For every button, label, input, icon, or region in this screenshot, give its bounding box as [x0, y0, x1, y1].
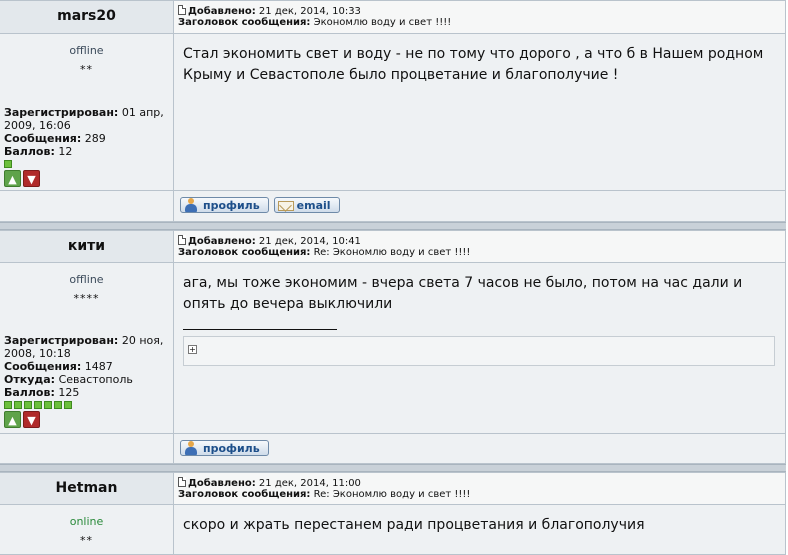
- post-body: Стал экономить свет и воду - не по тому …: [174, 34, 786, 191]
- rank-square: [4, 401, 12, 409]
- profile-icon: [183, 197, 199, 213]
- author-name[interactable]: кити: [0, 230, 174, 263]
- post-separator: [0, 222, 786, 230]
- post-link-icon[interactable]: [178, 235, 186, 245]
- thumbs-up-icon[interactable]: ▲: [4, 170, 21, 187]
- post-link-icon[interactable]: [178, 477, 186, 487]
- post-footer-left: [0, 191, 174, 222]
- profile-button[interactable]: профиль: [180, 197, 269, 213]
- message-count: 289: [84, 132, 106, 145]
- rank-bar: [4, 160, 169, 168]
- rank-stars: ****: [73, 292, 100, 305]
- profile-button[interactable]: профиль: [180, 440, 269, 456]
- message-count: 1487: [84, 360, 113, 373]
- points-count: 12: [58, 145, 73, 158]
- rank-square: [54, 401, 62, 409]
- author-details: Зарегистрирован: 20 ноя, 2008, 10:18 Соо…: [4, 334, 169, 428]
- post-separator: [0, 464, 786, 472]
- rank-bar: [4, 401, 169, 409]
- location: Севастополь: [58, 373, 133, 386]
- post-date: 21 дек, 2014, 10:41: [258, 236, 361, 247]
- author-name[interactable]: mars20: [0, 0, 174, 34]
- rank-square: [4, 160, 12, 168]
- thumbs-up-icon[interactable]: ▲: [4, 411, 21, 428]
- post-actions: профиль: [174, 434, 786, 464]
- rank-square: [14, 401, 22, 409]
- post-subject: Экономлю воду и свет !!!!: [313, 17, 452, 28]
- author-info: offline **** Зарегистрирован: 20 ноя, 20…: [0, 263, 174, 434]
- signature-spoiler: +: [183, 336, 775, 366]
- post-date: 21 дек, 2014, 11:00: [258, 478, 361, 489]
- status-text: offline: [69, 44, 104, 57]
- added-label: Добавлено:: [188, 6, 256, 17]
- post-body: скоро и жрать перестанем ради процветани…: [174, 505, 786, 555]
- post-actions: профиль email: [174, 191, 786, 222]
- rank-square: [34, 401, 42, 409]
- profile-icon: [183, 440, 199, 456]
- post-text: скоро и жрать перестанем ради процветани…: [183, 517, 645, 533]
- status-text: online: [69, 515, 104, 528]
- email-button[interactable]: email: [273, 197, 340, 213]
- author-name[interactable]: Hetman: [0, 472, 174, 505]
- post-link-icon[interactable]: [178, 5, 186, 15]
- thumbs-down-icon[interactable]: ▼: [23, 170, 40, 187]
- rank-stars: **: [80, 63, 93, 76]
- author-info: offline ** Зарегистрирован: 01 апр, 2009…: [0, 34, 174, 191]
- post-header: Добавлено: 21 дек, 2014, 11:00 Заголовок…: [174, 472, 786, 505]
- rank-stars: **: [80, 534, 93, 547]
- post-date: 21 дек, 2014, 10:33: [258, 6, 361, 17]
- envelope-icon: [277, 197, 294, 213]
- post-header: Добавлено: 21 дек, 2014, 10:41 Заголовок…: [174, 230, 786, 263]
- status-text: offline: [69, 273, 104, 286]
- post-header: Добавлено: 21 дек, 2014, 10:33 Заголовок…: [174, 0, 786, 34]
- expand-icon[interactable]: +: [188, 345, 197, 354]
- post-text: ага, мы тоже экономим - вчера света 7 ча…: [183, 275, 743, 312]
- points-count: 125: [58, 386, 80, 399]
- signature-divider: [183, 329, 337, 330]
- post-body: ага, мы тоже экономим - вчера света 7 ча…: [174, 263, 786, 434]
- subject-label: Заголовок сообщения:: [178, 17, 311, 28]
- post-text: Стал экономить свет и воду - не по тому …: [183, 46, 764, 83]
- rank-square: [64, 401, 72, 409]
- post-subject: Re: Экономлю воду и свет !!!!: [313, 247, 471, 258]
- author-info: online **: [0, 505, 174, 555]
- thumbs-down-icon[interactable]: ▼: [23, 411, 40, 428]
- post-footer-left: [0, 434, 174, 464]
- rank-square: [44, 401, 52, 409]
- author-details: Зарегистрирован: 01 апр, 2009, 16:06 Соо…: [4, 106, 169, 187]
- rank-square: [24, 401, 32, 409]
- post-subject: Re: Экономлю воду и свет !!!!: [313, 489, 471, 500]
